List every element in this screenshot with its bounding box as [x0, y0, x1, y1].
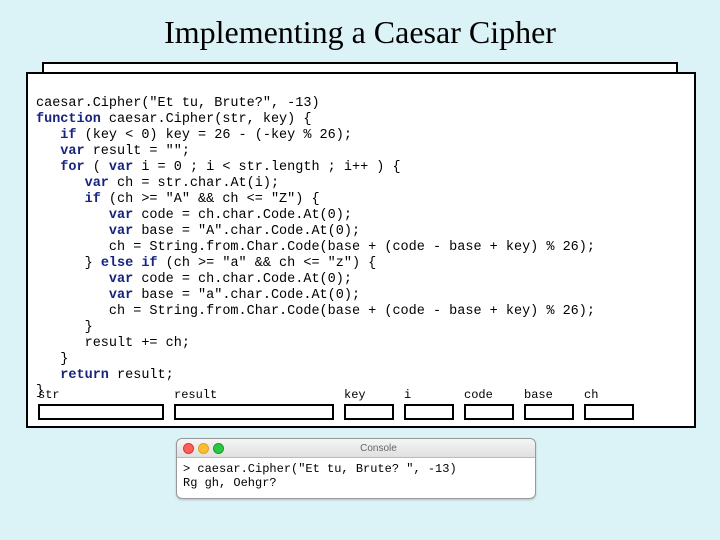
console-titlebar: Console: [177, 439, 535, 458]
var-box: [584, 404, 634, 420]
var-label: code: [464, 387, 514, 403]
kw-var: var: [36, 288, 133, 303]
var-ch: ch: [584, 387, 634, 420]
kw-var: var: [36, 208, 133, 223]
code-text: code = ch.char.Code.At(0);: [133, 208, 352, 223]
code-text: code = ch.char.Code.At(0);: [133, 272, 352, 287]
var-base: base: [524, 387, 574, 420]
code-text: result = "";: [85, 144, 190, 159]
var-label: str: [38, 387, 164, 403]
var-box: [344, 404, 394, 420]
var-box: [464, 404, 514, 420]
var-result: result: [174, 387, 334, 420]
code-text: i = 0 ; i < str.length ; i++ ) {: [133, 160, 400, 175]
zoom-icon[interactable]: [213, 443, 224, 454]
code-text: ch = str.char.At(i);: [109, 176, 279, 191]
var-str: str: [38, 387, 164, 420]
kw-var: var: [36, 272, 133, 287]
kw-if: if: [36, 128, 77, 143]
var-box: [524, 404, 574, 420]
code-text: result;: [109, 368, 174, 383]
kw-var: var: [36, 176, 109, 191]
console-body: > caesar.Cipher("Et tu, Brute? ", -13) R…: [177, 458, 535, 498]
kw-for: for: [36, 160, 85, 175]
kw-function: function: [36, 112, 101, 127]
minimize-icon[interactable]: [198, 443, 209, 454]
kw-var: var: [36, 144, 85, 159]
var-label: i: [404, 387, 454, 403]
var-label: key: [344, 387, 394, 403]
var-key: key: [344, 387, 394, 420]
kw-var: var: [36, 224, 133, 239]
kw-if: if: [36, 192, 101, 207]
code-text: caesar.Cipher(str, key) {: [101, 112, 312, 127]
code-text: ch = String.from.Char.Code(base + (code …: [36, 304, 595, 319]
code-text: base = "a".char.Code.At(0);: [133, 288, 360, 303]
kw-elseif: else if: [101, 256, 158, 271]
variable-tracker-row: str result keyicode basech: [38, 387, 684, 420]
code-text: }: [36, 352, 68, 367]
var-label: ch: [584, 387, 634, 403]
var-box: [174, 404, 334, 420]
var-i: i: [404, 387, 454, 420]
code-call: caesar.Cipher("Et tu, Brute?", -13): [36, 96, 320, 111]
code-text: }: [36, 256, 101, 271]
console-title: Console: [228, 443, 529, 454]
console-window: Console > caesar.Cipher("Et tu, Brute? "…: [176, 438, 536, 499]
code-text: (: [85, 160, 109, 175]
code-text: (ch >= "a" && ch <= "z") {: [158, 256, 377, 271]
var-label: base: [524, 387, 574, 403]
var-box: [38, 404, 164, 420]
var-label: result: [174, 387, 334, 403]
code-listing: caesar.Cipher("Et tu, Brute?", -13) func…: [26, 72, 696, 428]
code-text: (key < 0) key = 26 - (-key % 26);: [77, 128, 352, 143]
code-text: ch = String.from.Char.Code(base + (code …: [36, 240, 595, 255]
console-output: Rg gh, Oehgr?: [183, 476, 277, 490]
console-line: > caesar.Cipher("Et tu, Brute? ", -13): [183, 462, 457, 476]
var-code: code: [464, 387, 514, 420]
code-text: (ch >= "A" && ch <= "Z") {: [101, 192, 320, 207]
code-text: base = "A".char.Code.At(0);: [133, 224, 360, 239]
kw-return: return: [36, 368, 109, 383]
code-text: result += ch;: [36, 336, 190, 351]
close-icon[interactable]: [183, 443, 194, 454]
page-title: Implementing a Caesar Cipher: [0, 14, 720, 51]
var-box: [404, 404, 454, 420]
kw-var: var: [109, 160, 133, 175]
code-text: }: [36, 320, 93, 335]
